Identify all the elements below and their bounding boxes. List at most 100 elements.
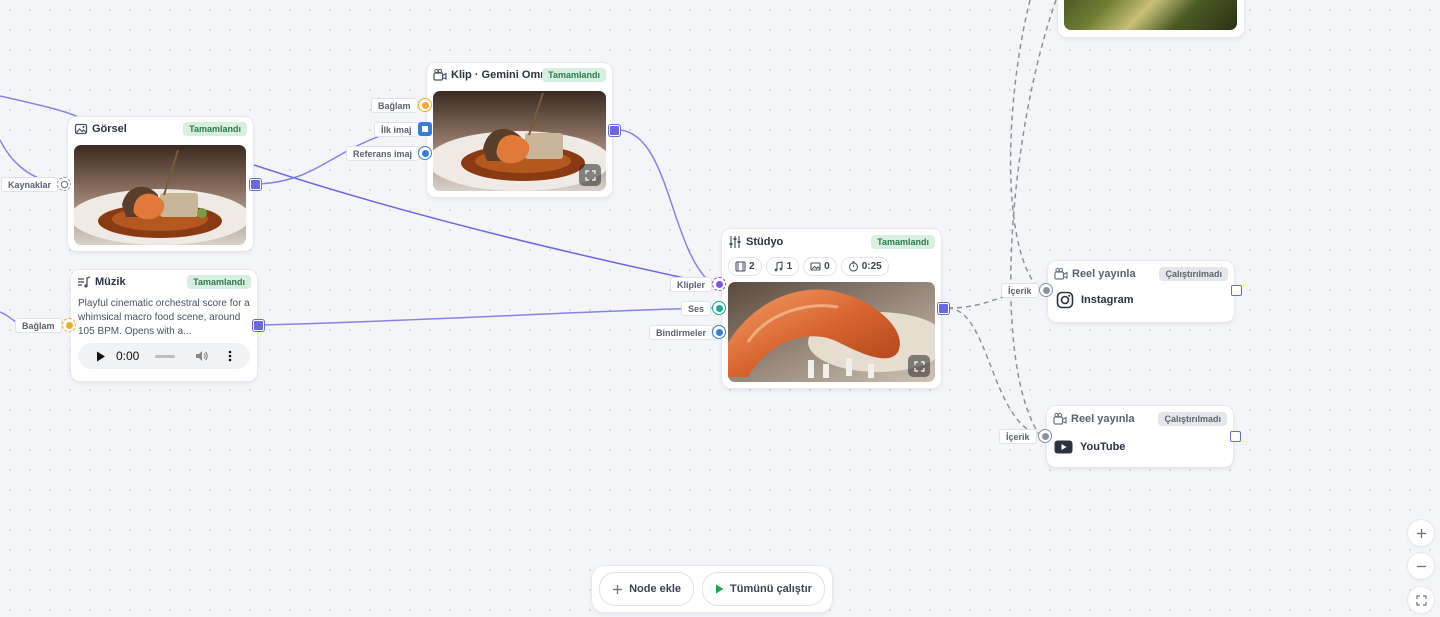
node-title: Müzik	[95, 276, 126, 288]
overlay-image-icon	[810, 262, 821, 271]
volume-icon[interactable]	[195, 350, 209, 362]
music-count-chip: 1	[765, 257, 800, 276]
film-icon	[735, 261, 746, 272]
edge-top-left-a	[0, 95, 81, 119]
overlay-count-chip: 0	[803, 257, 837, 276]
partial-node-thumbnail	[1064, 0, 1237, 30]
edge-muzik-studyo	[261, 307, 713, 326]
minus-icon	[1416, 561, 1427, 572]
node-title: Klip · Gemini Omni	[451, 69, 543, 81]
music-count: 1	[786, 261, 793, 272]
add-node-button[interactable]: Node ekle	[599, 572, 695, 606]
muzik-node[interactable]: Müzik Tamamlandı Playful cinematic orche…	[71, 270, 257, 381]
timer-icon	[848, 261, 858, 272]
klip-output-port[interactable]	[609, 125, 620, 136]
status-badge: Çalıştırılmadı	[1159, 266, 1228, 281]
partial-image-node[interactable]	[1058, 0, 1244, 37]
expand-button[interactable]	[908, 355, 930, 377]
duration: 0:25	[861, 261, 882, 272]
first-image-port-icon[interactable]	[418, 122, 432, 136]
node-title: Reel yayınla	[1072, 267, 1136, 280]
port-label-icerik-youtube[interactable]: İçerik	[999, 429, 1037, 444]
play-icon[interactable]	[96, 351, 106, 362]
expand-button[interactable]	[579, 164, 601, 186]
status-badge: Tamamlandı	[542, 68, 606, 82]
studyo-output-port[interactable]	[938, 303, 949, 314]
context-port-icon[interactable]	[62, 318, 76, 332]
port-label-baglam-klip[interactable]: Bağlam	[371, 98, 418, 113]
gorsel-thumbnail[interactable]	[74, 145, 246, 245]
play-icon	[715, 584, 724, 594]
node-title: Stüdyo	[746, 236, 784, 248]
port-label-kaynaklar[interactable]: Kaynaklar	[1, 177, 59, 192]
instagram-output-port[interactable]	[1231, 285, 1242, 296]
zoom-in-button[interactable]	[1408, 520, 1434, 546]
add-node-label: Node ekle	[629, 583, 682, 595]
audio-port-icon[interactable]	[712, 301, 726, 315]
music-list-icon	[77, 275, 91, 289]
port-label-ses[interactable]: Ses	[681, 301, 712, 316]
content-port-icon[interactable]	[1038, 429, 1052, 443]
studyo-node[interactable]: Stüdyo Tamamlandı 2 1 0 0:25	[722, 229, 941, 388]
edge-klip-studyo	[619, 129, 713, 285]
context-port-icon[interactable]	[418, 98, 432, 112]
instagram-icon	[1056, 291, 1074, 309]
shrimp-image	[728, 282, 935, 382]
clip-count: 2	[749, 261, 755, 272]
status-badge: Tamamlandı	[187, 275, 251, 289]
audio-progress-bar[interactable]	[155, 354, 176, 358]
video-camera-icon	[433, 68, 447, 82]
video-camera-icon	[1053, 412, 1067, 426]
node-header: Reel yayınla Çalıştırılmadı	[1047, 406, 1233, 432]
fit-view-icon	[1415, 594, 1427, 606]
music-description: Playful cinematic orchestral score for a…	[78, 298, 250, 337]
youtube-output-port[interactable]	[1230, 431, 1241, 442]
fit-view-button[interactable]	[1408, 587, 1434, 613]
edge-studyo-youtube	[947, 307, 1041, 437]
port-label-ilk-imaj[interactable]: İlk imaj	[374, 122, 419, 137]
edge-top-instagram	[1009, 0, 1041, 291]
reel-youtube-node[interactable]: Reel yayınla Çalıştırılmadı YouTube	[1047, 406, 1233, 467]
zoom-out-button[interactable]	[1408, 553, 1434, 579]
image-icon	[74, 122, 88, 136]
run-all-label: Tümünü çalıştır	[730, 583, 812, 595]
clips-port-icon[interactable]	[712, 277, 726, 291]
port-label-klipler[interactable]: Klipler	[670, 277, 713, 292]
audio-player[interactable]: 0:00	[78, 343, 250, 369]
gorsel-node[interactable]: Görsel Tamamlandı	[68, 117, 253, 251]
node-header: Stüdyo Tamamlandı	[722, 229, 941, 255]
video-camera-icon	[1054, 267, 1068, 281]
sources-port-icon[interactable]	[57, 177, 71, 191]
studyo-preview[interactable]	[728, 282, 935, 382]
studio-stats: 2 1 0 0:25	[728, 257, 889, 276]
youtube-icon	[1054, 440, 1073, 454]
sliders-icon	[728, 235, 742, 249]
content-port-icon[interactable]	[1039, 283, 1053, 297]
reel-instagram-node[interactable]: Reel yayınla Çalıştırılmadı Instagram	[1048, 261, 1234, 322]
klip-node[interactable]: Klip · Gemini Omni Tamamlandı	[427, 63, 612, 197]
reference-image-port-icon[interactable]	[418, 146, 432, 160]
status-badge: Tamamlandı	[183, 122, 247, 136]
edge-top-youtube	[1010, 0, 1057, 437]
port-label-bindirmeler[interactable]: Bindirmeler	[649, 325, 714, 340]
klip-thumbnail[interactable]	[433, 91, 606, 191]
gorsel-output-port[interactable]	[250, 179, 261, 190]
node-header: Reel yayınla Çalıştırılmadı	[1048, 261, 1234, 286]
food-plate-image	[74, 145, 246, 245]
node-title: Reel yayınla	[1071, 413, 1135, 425]
duration-chip: 0:25	[840, 257, 889, 276]
status-badge: Çalıştırılmadı	[1158, 412, 1227, 426]
port-label-baglam-muzik[interactable]: Bağlam	[15, 318, 62, 333]
status-badge: Tamamlandı	[871, 235, 935, 249]
overlay-count: 0	[824, 261, 830, 272]
more-options-icon[interactable]	[228, 350, 232, 362]
muzik-output-port[interactable]	[253, 320, 264, 331]
overlays-port-icon[interactable]	[712, 325, 726, 339]
port-label-icerik-instagram[interactable]: İçerik	[1001, 283, 1039, 298]
node-header: Klip · Gemini Omni Tamamlandı	[427, 63, 612, 87]
port-label-referans-imaj[interactable]: Referans imaj	[346, 146, 420, 161]
run-all-button[interactable]: Tümünü çalıştır	[702, 572, 825, 606]
node-header: Müzik Tamamlandı	[71, 270, 257, 294]
plus-icon	[612, 584, 623, 595]
clip-count-chip: 2	[728, 257, 762, 276]
